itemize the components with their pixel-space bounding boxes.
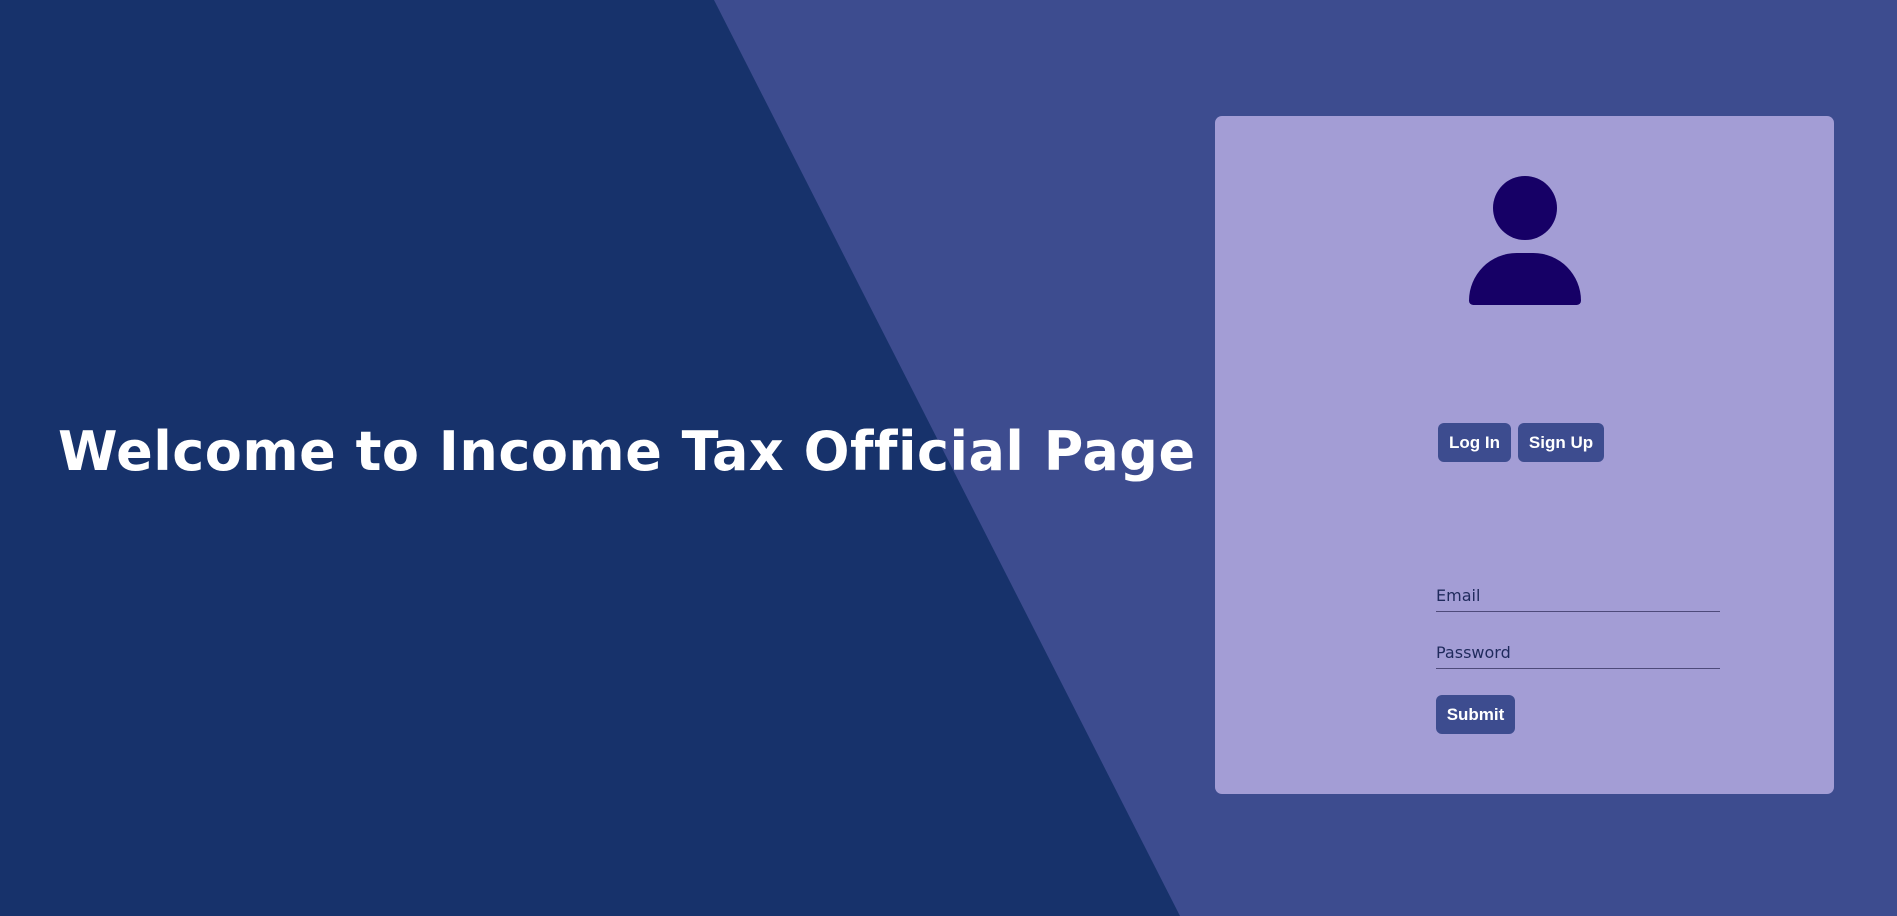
user-icon-body [1469,253,1581,305]
auth-card: Log In Sign Up Submit [1215,116,1834,794]
user-icon [1469,176,1581,306]
submit-button[interactable]: Submit [1436,695,1515,734]
page-title: Welcome to Income Tax Official Page [58,420,1196,483]
login-tab-button[interactable]: Log In [1438,423,1511,462]
email-field[interactable] [1436,579,1720,612]
user-icon-head [1493,176,1557,240]
password-field[interactable] [1436,636,1720,669]
signup-tab-button[interactable]: Sign Up [1518,423,1604,462]
